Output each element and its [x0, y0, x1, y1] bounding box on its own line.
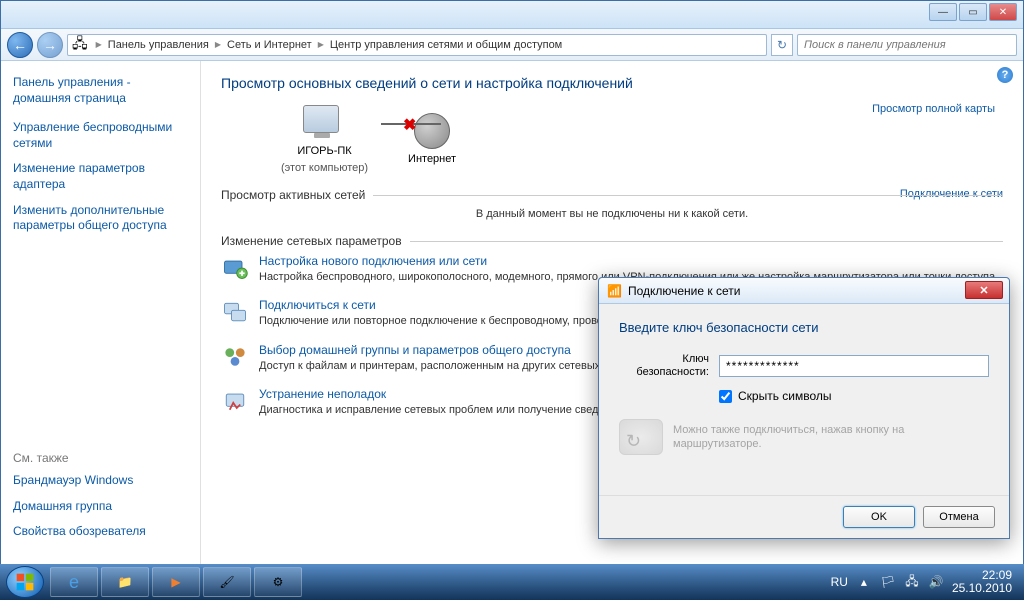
node-pc-sub: (этот компьютер)	[281, 162, 368, 174]
node-internet-label: Интернет	[408, 153, 456, 166]
system-tray: RU ▴ 🏳 🖧 🔊 22:09 25.10.2010	[831, 569, 1018, 595]
seealso-homegroup[interactable]: Домашняя группа	[13, 499, 188, 515]
seealso-firewall[interactable]: Брандмауэр Windows	[13, 473, 188, 489]
taskbar-app1[interactable]: 🖌	[203, 567, 251, 597]
seealso-heading: См. также	[13, 451, 188, 465]
crumb-control-panel[interactable]: Панель управления	[104, 39, 213, 51]
security-key-label: Ключ безопасности:	[619, 353, 709, 379]
refresh-button[interactable]: ↻	[771, 34, 793, 56]
cancel-button[interactable]: Отмена	[923, 506, 995, 528]
hide-chars-label[interactable]: Скрыть символы	[738, 389, 832, 403]
ok-button[interactable]: OK	[843, 506, 915, 528]
help-icon[interactable]: ?	[997, 67, 1013, 83]
sidebar-link-wireless[interactable]: Управление беспроводными сетями	[13, 120, 188, 151]
address-bar: ← → 🖧 ▶ Панель управления ▶ Сеть и Интер…	[1, 29, 1023, 61]
sidebar: Панель управления - домашняя страница Уп…	[1, 61, 201, 564]
dialog-close-button[interactable]: ✕	[965, 281, 1003, 299]
taskbar-ie[interactable]: e	[50, 567, 98, 597]
connect-network-dialog: 📶 Подключение к сети ✕ Введите ключ безо…	[598, 277, 1010, 539]
folder-icon: 📁	[118, 575, 133, 589]
play-icon: ▶	[171, 575, 180, 589]
app-icon: ⚙	[273, 575, 284, 589]
language-indicator[interactable]: RU	[831, 575, 848, 589]
no-network-message: В данный момент вы не подключены ни к ка…	[221, 208, 1003, 220]
chevron-right-icon: ▶	[318, 40, 324, 49]
router-icon	[619, 419, 663, 455]
active-networks-heading: Просмотр активных сетей	[221, 188, 1003, 202]
dialog-titlebar[interactable]: 📶 Подключение к сети ✕	[599, 278, 1009, 304]
titlebar[interactable]: — ▭ ✕	[1, 1, 1023, 29]
sidebar-link-adapter[interactable]: Изменение параметров адаптера	[13, 161, 188, 192]
network-icon[interactable]: 🖧	[904, 574, 920, 590]
change-settings-heading: Изменение сетевых параметров	[221, 234, 1003, 248]
seealso-internet-options[interactable]: Свойства обозревателя	[13, 524, 188, 540]
node-this-pc: ИГОРЬ-ПК (этот компьютер)	[281, 105, 368, 174]
chevron-right-icon: ▶	[215, 40, 221, 49]
crumb-network[interactable]: Сеть и Интернет	[223, 39, 316, 51]
taskbar-media-player[interactable]: ▶	[152, 567, 200, 597]
computer-icon	[303, 105, 339, 133]
show-hidden-icon[interactable]: ▴	[856, 574, 872, 590]
crumb-sharing-center[interactable]: Центр управления сетями и общим доступом	[326, 39, 566, 51]
search-input[interactable]	[797, 34, 1017, 56]
node-pc-label: ИГОРЬ-ПК	[297, 145, 351, 158]
dialog-title: Подключение к сети	[628, 284, 740, 298]
connection-line: ✖	[381, 123, 441, 125]
router-hint: Можно также подключиться, нажав кнопку н…	[619, 419, 989, 455]
close-button[interactable]: ✕	[989, 3, 1017, 21]
network-map: ИГОРЬ-ПК (этот компьютер) ✖ Интернет	[281, 105, 1003, 174]
taskbar: e 📁 ▶ 🖌 ⚙ RU ▴ 🏳 🖧 🔊 22:09 25.10.2010	[0, 564, 1024, 600]
connect-network-icon	[221, 298, 249, 326]
hide-chars-checkbox[interactable]	[719, 390, 732, 403]
sidebar-link-advanced-sharing[interactable]: Изменить дополнительные параметры общего…	[13, 203, 188, 234]
disconnected-icon: ✖	[403, 115, 416, 135]
breadcrumb[interactable]: 🖧 ▶ Панель управления ▶ Сеть и Интернет …	[67, 34, 767, 56]
app-icon: 🖌	[219, 575, 234, 589]
folder-icon: 🖧	[72, 33, 88, 57]
troubleshoot-icon	[221, 387, 249, 415]
dialog-heading: Введите ключ безопасности сети	[619, 320, 989, 335]
start-button[interactable]	[6, 566, 44, 598]
minimize-button[interactable]: —	[929, 3, 957, 21]
maximize-button[interactable]: ▭	[959, 3, 987, 21]
taskbar-app2[interactable]: ⚙	[254, 567, 302, 597]
chevron-right-icon: ▶	[96, 40, 102, 49]
action-center-icon[interactable]: 🏳	[880, 574, 896, 590]
taskbar-explorer[interactable]: 📁	[101, 567, 149, 597]
page-title: Просмотр основных сведений о сети и наст…	[221, 75, 1003, 91]
ie-icon: e	[69, 572, 79, 593]
hint-text: Можно также подключиться, нажав кнопку н…	[673, 423, 989, 452]
security-key-input[interactable]	[719, 355, 989, 377]
wifi-icon: 📶	[607, 284, 622, 298]
task-title[interactable]: Настройка нового подключения или сети	[259, 254, 998, 268]
globe-icon	[414, 113, 450, 149]
homegroup-icon	[221, 343, 249, 371]
date: 25.10.2010	[952, 582, 1012, 595]
clock[interactable]: 22:09 25.10.2010	[952, 569, 1012, 595]
back-button[interactable]: ←	[7, 32, 33, 58]
sidebar-home-link[interactable]: Панель управления - домашняя страница	[13, 75, 188, 106]
new-connection-icon	[221, 254, 249, 282]
volume-icon[interactable]: 🔊	[928, 574, 944, 590]
forward-button[interactable]: →	[37, 32, 63, 58]
